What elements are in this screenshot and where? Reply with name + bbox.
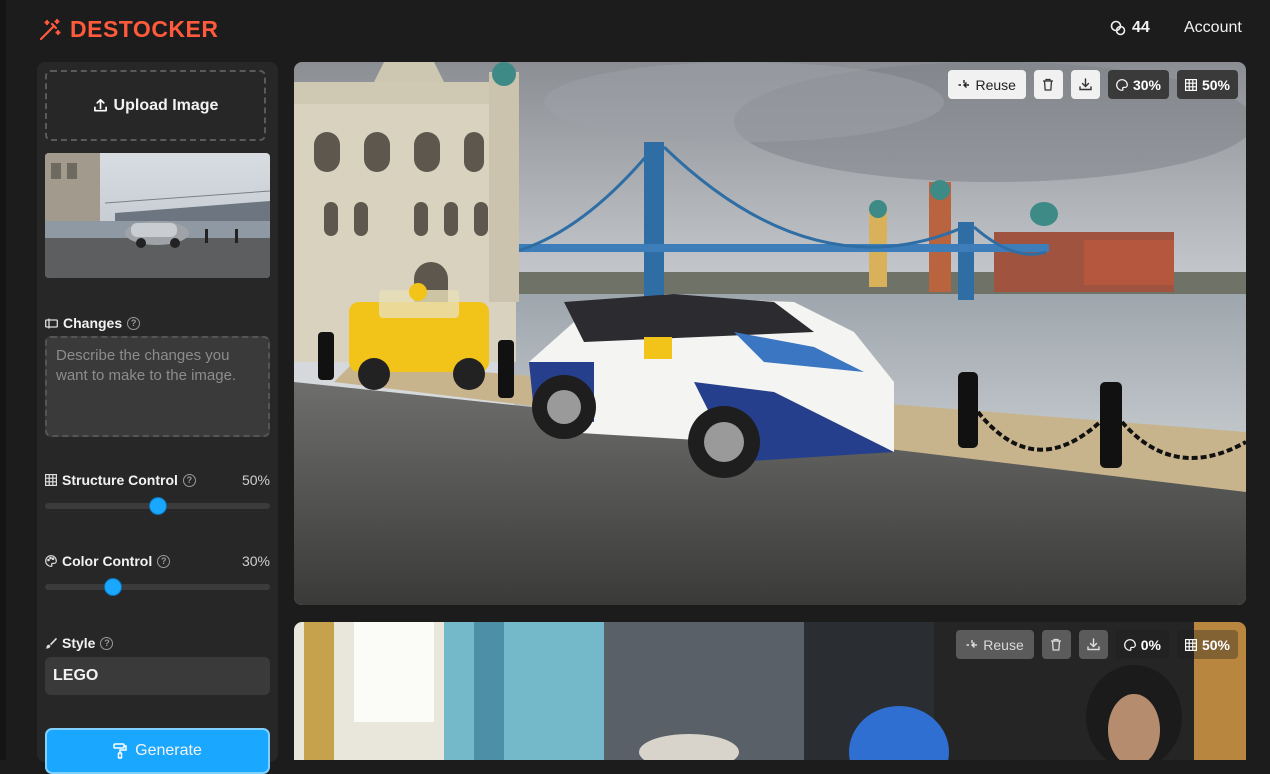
logo[interactable]: DESTOCKER — [38, 16, 219, 43]
help-icon[interactable]: ? — [100, 636, 114, 650]
structure-slider[interactable] — [45, 497, 270, 515]
style-label: Style ? — [45, 635, 114, 651]
source-image-thumbnail[interactable] — [45, 153, 270, 278]
slider-thumb[interactable] — [103, 578, 122, 596]
color-control-badge: 0% — [1115, 630, 1169, 659]
changes-input[interactable]: Describe the changes you want to make to… — [45, 336, 270, 437]
changes-label: Changes ? — [45, 315, 141, 331]
top-header: DESTOCKER 44 Account — [0, 0, 1270, 60]
upload-image-button[interactable]: Upload Image — [45, 70, 266, 141]
sidebar: Upload Image Changes ? Describe the chan… — [37, 62, 278, 774]
palette-icon — [45, 555, 57, 567]
palette-icon — [1116, 78, 1128, 91]
coins-icon — [1110, 20, 1126, 36]
generate-button[interactable]: Generate — [45, 728, 270, 774]
upload-label: Upload Image — [113, 96, 219, 114]
brush-icon — [45, 637, 57, 649]
generate-label: Generate — [135, 742, 202, 759]
delete-button[interactable] — [1041, 630, 1071, 659]
reuse-button[interactable]: Reuse — [948, 70, 1026, 99]
palette-icon — [1123, 638, 1136, 651]
delete-button[interactable] — [1033, 70, 1063, 99]
structure-control-badge: 50% — [1176, 630, 1238, 659]
download-icon — [1087, 638, 1100, 651]
color-slider[interactable] — [45, 578, 270, 596]
style-select[interactable]: LEGO — [45, 657, 270, 695]
credits-counter[interactable]: 44 — [1110, 19, 1150, 37]
app-name: DESTOCKER — [70, 16, 219, 42]
result-toolbar: Reuse 30% 50% — [948, 70, 1238, 99]
structure-control-badge: 50% — [1176, 70, 1238, 99]
help-icon[interactable]: ? — [127, 316, 141, 330]
color-control-badge: 30% — [1107, 70, 1169, 99]
credits-count: 44 — [1132, 19, 1150, 36]
reuse-button[interactable]: Reuse — [956, 630, 1034, 659]
slider-thumb[interactable] — [148, 497, 167, 515]
grid-icon — [1184, 78, 1197, 91]
download-button[interactable] — [1078, 630, 1108, 659]
structure-control-label: Structure Control ? — [45, 472, 196, 488]
generated-image[interactable] — [294, 62, 1246, 605]
color-value: 30% — [241, 553, 270, 569]
color-control-label: Color Control ? — [45, 553, 171, 569]
reuse-icon — [966, 639, 978, 648]
upload-icon — [93, 99, 107, 112]
paint-roller-icon — [113, 743, 127, 759]
help-icon[interactable]: ? — [182, 473, 196, 487]
download-icon — [1079, 78, 1092, 91]
window-edge — [0, 0, 6, 760]
structure-value: 50% — [241, 472, 270, 488]
grid-icon — [45, 474, 57, 486]
text-edit-icon — [45, 318, 58, 328]
trash-icon — [1043, 78, 1054, 91]
result-card: Reuse 30% 50% — [294, 62, 1246, 605]
download-button[interactable] — [1070, 70, 1100, 99]
magic-wand-icon — [39, 18, 61, 40]
result-toolbar: Reuse 0% 50% — [956, 630, 1238, 659]
help-icon[interactable]: ? — [157, 554, 171, 568]
grid-icon — [1184, 638, 1197, 651]
trash-icon — [1051, 638, 1062, 651]
account-link[interactable]: Account — [1184, 19, 1242, 37]
reuse-icon — [958, 79, 970, 88]
result-card: Reuse 0% 50% — [294, 622, 1246, 760]
